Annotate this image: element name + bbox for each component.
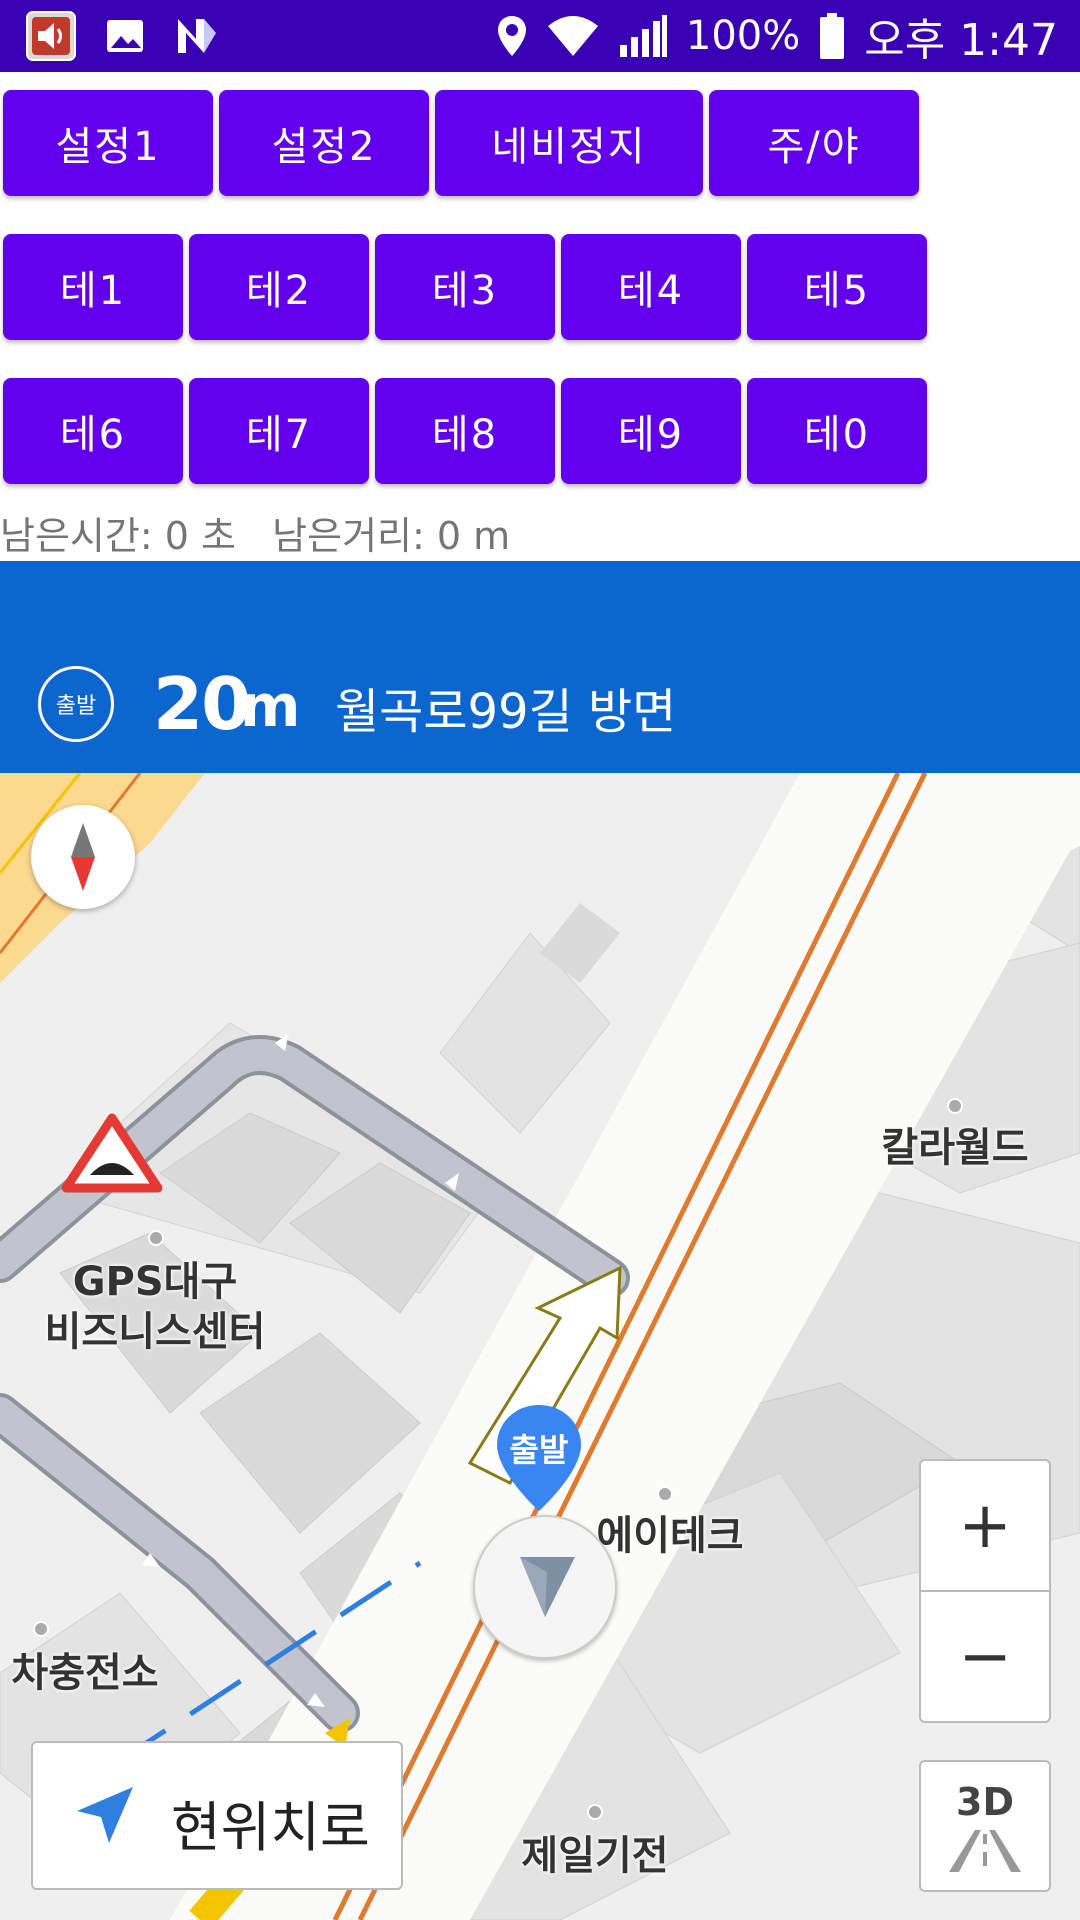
test3-button[interactable]: 테3 [375,234,555,340]
volume-app-icon[interactable] [26,11,76,61]
current-location-button[interactable]: 현위치로 [31,1741,403,1890]
settings2-button[interactable]: 설정2 [219,90,429,196]
test0-button[interactable]: 테0 [747,378,927,484]
zoom-controls: + − [919,1459,1051,1723]
n-icon [178,19,216,53]
poi-gps-daegu[interactable]: GPS대구 비즈니스센터 [20,1257,290,1357]
compass-icon [71,823,95,891]
test6-button[interactable]: 테6 [3,378,183,484]
battery-icon [820,13,845,59]
poi-jeil[interactable]: 제일기전 [505,1831,685,1881]
test2-button[interactable]: 테2 [189,234,369,340]
navigation-arrow-icon [520,1557,575,1617]
test1-button[interactable]: 테1 [3,234,183,340]
location-icon [497,16,526,56]
zoom-out-button[interactable]: − [921,1592,1049,1721]
signal-icon [619,15,667,57]
poi-gps-line1: GPS대구 [72,1259,238,1305]
test8-button[interactable]: 테8 [375,378,555,484]
car-position-marker[interactable] [473,1515,617,1659]
kalaworld-dot [947,1098,963,1114]
location-arrow-icon [77,1787,133,1843]
nav-stop-button[interactable]: 네비정지 [435,90,703,196]
current-location-label: 현위치로 [171,1796,370,1859]
view-3d-button[interactable]: 3D [919,1760,1051,1892]
settings1-button[interactable]: 설정1 [3,90,213,196]
atech-dot [657,1486,673,1502]
gps-dot [148,1230,164,1246]
zoom-in-button[interactable]: + [921,1461,1049,1590]
wifi-icon [547,16,598,56]
jeil-dot [587,1804,603,1820]
poi-kalaworld[interactable]: 칼라월드 [860,1123,1050,1173]
distance-value: 20 [153,662,251,746]
clock: 오후 1:47 [864,15,1058,66]
road-perspective-icon [949,1830,1021,1872]
charging-dot [33,1621,49,1637]
test4-button[interactable]: 테4 [561,234,741,340]
compass-button[interactable] [31,805,135,909]
status-bar: 100% 오후 1:47 [0,0,1080,72]
test5-button[interactable]: 테5 [747,234,927,340]
battery-percent: 100% [685,13,801,59]
start-pin-label: 출발 [509,1431,569,1469]
start-turn-badge: 출발 [38,666,114,742]
test7-button[interactable]: 테7 [189,378,369,484]
day-night-button[interactable]: 주/야 [709,90,919,196]
distance-unit: m [240,672,301,740]
poi-gps-line2: 비즈니스센터 [44,1309,266,1355]
remaining-info: 남은시간: 0 초 남은거리: 0 m [0,514,511,558]
test9-button[interactable]: 테9 [561,378,741,484]
view-3d-label: 3D [956,1780,1014,1824]
image-icon [107,20,143,52]
poi-charging[interactable]: 차충전소 [0,1648,170,1698]
direction-text: 월곡로99길 방면 [335,684,677,740]
